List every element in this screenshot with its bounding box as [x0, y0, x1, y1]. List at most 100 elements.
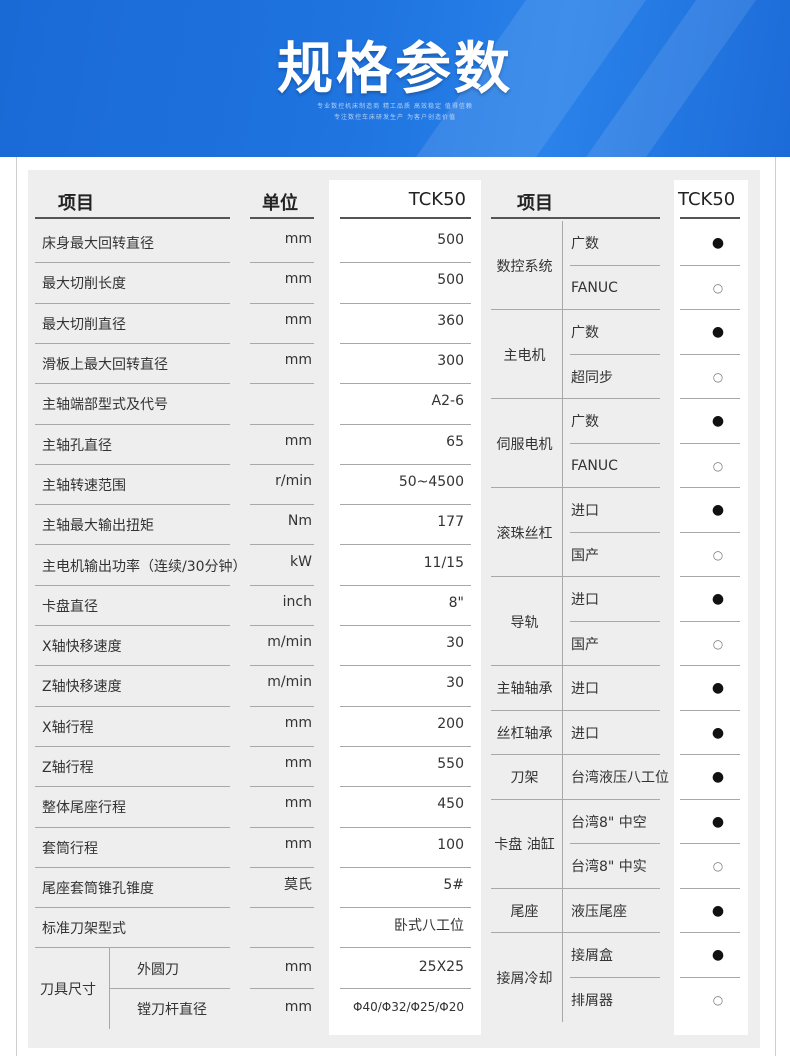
optional-mark-icon: ○ [712, 859, 724, 874]
tool-size-label: 刀具尺寸 [40, 981, 96, 998]
spec-unit [250, 904, 312, 944]
feature-group-name: 伺服电机 [496, 436, 553, 453]
optional-mark-icon: ○ [712, 280, 724, 295]
spec-item: 整体尾座行程 [42, 800, 126, 817]
spec-item: 床身最大回转直径 [42, 236, 154, 253]
row-divider [680, 976, 740, 978]
row-divider [680, 843, 740, 844]
feature-option: 进口 [571, 503, 599, 520]
spec-value: 360 [437, 312, 464, 329]
feature-group-name: 数控系统 [496, 258, 553, 275]
group-divider [680, 709, 740, 711]
spec-item: Z轴快移速度 [42, 679, 122, 696]
spec-item: 主电机输出功率（连续/30分钟） [42, 558, 247, 575]
spec-item: 主轴转速范围 [42, 477, 126, 494]
spec-unit: 莫氏 [284, 876, 312, 893]
standard-mark-icon: ● [711, 813, 725, 830]
tool-size-value: 25X25 [418, 958, 464, 975]
column-divider [562, 399, 563, 488]
spec-value: 5# [443, 876, 464, 893]
spec-item: 主轴孔直径 [42, 437, 112, 454]
column-divider [562, 799, 563, 889]
group-divider [680, 576, 740, 577]
spec-value: 50~4500 [398, 473, 464, 490]
header-rule [680, 217, 740, 219]
feature-option: 排屑器 [571, 992, 613, 1009]
spec-value: 8" [448, 594, 464, 611]
spec-value: 300 [437, 353, 464, 370]
optional-mark-icon: ○ [712, 547, 724, 562]
group-divider [680, 309, 740, 310]
group-divider [680, 398, 740, 399]
feature-group-name: 接屑冷却 [496, 970, 553, 987]
feature-group-name: 卡盘 油缸 [494, 837, 555, 853]
spec-value: 177 [437, 514, 464, 531]
group-divider [680, 798, 740, 800]
left-header-model: TCK50 [408, 189, 466, 210]
spec-unit: mm [284, 311, 312, 328]
row-divider [680, 353, 740, 355]
feature-group-name: 主电机 [503, 347, 546, 364]
feature-option: 台湾液压八工位 [571, 770, 669, 787]
feature-option: 台湾8" 中实 [571, 859, 647, 876]
feature-option: FANUC [571, 279, 618, 296]
spec-unit: mm [284, 835, 312, 852]
spec-item: 最大切削直径 [42, 316, 126, 333]
feature-option: 广数 [571, 414, 599, 431]
left-header-unit: 单位 [262, 193, 298, 214]
column-divider [562, 577, 563, 666]
feature-option: 进口 [571, 681, 599, 698]
spec-unit: Nm [287, 513, 312, 530]
group-divider [680, 754, 740, 755]
group-divider [680, 487, 740, 488]
standard-mark-icon: ● [711, 324, 725, 341]
left-header-item: 项目 [58, 193, 94, 214]
spec-unit: mm [284, 714, 312, 731]
column-divider [562, 933, 563, 1022]
spec-value: 30 [446, 635, 464, 652]
feature-option: FANUC [571, 457, 618, 474]
feature-group-name: 尾座 [510, 903, 539, 920]
row-divider [680, 264, 740, 266]
header-rule [35, 217, 230, 219]
spec-item: 尾座套筒锥孔锥度 [42, 880, 154, 897]
group-divider [680, 932, 740, 933]
feature-group-name: 滚珠丝杠 [496, 525, 553, 542]
column-divider [562, 666, 563, 711]
header-rule [491, 217, 660, 219]
spec-item: 套筒行程 [42, 840, 98, 857]
spec-unit: mm [284, 432, 312, 449]
row-divider [680, 531, 740, 533]
banner-subtitle: 专注数控车床研发生产 为客户创造价值 [334, 114, 456, 121]
spec-item: 滑板上最大回转直径 [42, 357, 168, 374]
tool-size-value: Φ40/Φ32/Φ25/Φ20 [353, 999, 464, 1014]
feature-option: 台湾8" 中空 [571, 814, 647, 831]
optional-mark-icon: ○ [712, 369, 724, 384]
standard-mark-icon: ● [711, 724, 725, 741]
spec-value: 200 [437, 715, 464, 732]
right-header-item: 项目 [517, 193, 553, 214]
tool-size-unit: mm [284, 958, 312, 975]
header-rule [340, 217, 471, 219]
column-divider [562, 221, 563, 310]
spec-item: 标准刀架型式 [42, 921, 126, 938]
group-divider [680, 887, 740, 889]
feature-option: 液压尾座 [571, 903, 627, 920]
spec-unit: m/min [267, 634, 312, 651]
column-divider [562, 310, 563, 399]
spec-unit [250, 380, 312, 420]
feature-option: 超同步 [571, 369, 613, 386]
spec-unit: mm [284, 795, 312, 812]
standard-mark-icon: ● [711, 235, 725, 252]
spec-value: 11/15 [423, 554, 464, 571]
column-divider [109, 948, 110, 1029]
spec-item: X轴行程 [42, 719, 94, 736]
header-banner: 规格参数 专业数控机床制造商 精工品质 高效稳定 值得信赖 专注数控车床研发生产… [0, 0, 790, 157]
banner-subtitle: 专业数控机床制造商 精工品质 高效稳定 值得信赖 [317, 103, 473, 110]
feature-group-name: 刀架 [510, 770, 539, 787]
spec-value: 65 [446, 433, 464, 450]
standard-mark-icon: ● [711, 680, 725, 697]
feature-option: 进口 [571, 725, 599, 742]
spec-value: 500 [437, 272, 464, 289]
spec-value: A2-6 [431, 393, 464, 410]
